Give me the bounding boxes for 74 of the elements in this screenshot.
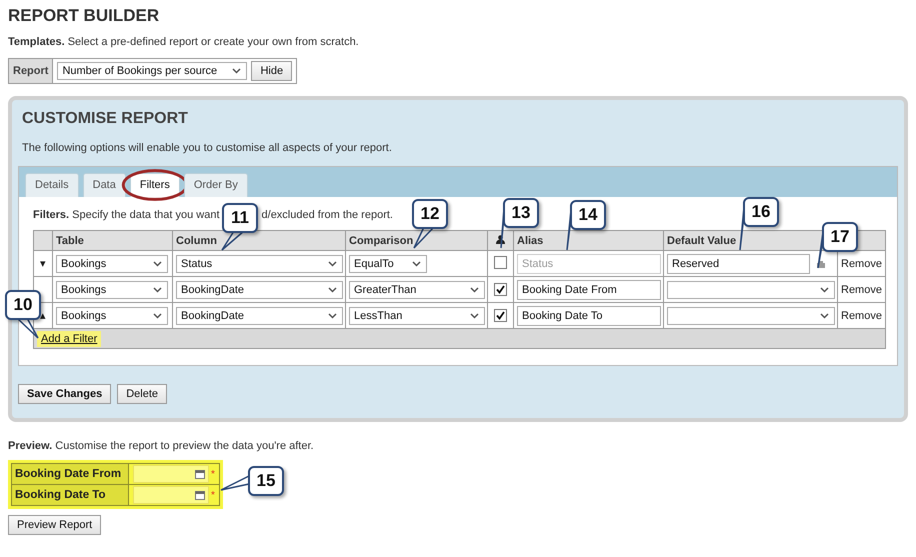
callout: 17 <box>822 222 858 252</box>
callout: 16 <box>743 197 779 227</box>
column-dropdown[interactable]: Status <box>176 254 343 272</box>
callout: 12 <box>412 199 448 229</box>
add-filter-link[interactable]: Add a Filter <box>37 330 102 346</box>
leader-line <box>221 230 245 251</box>
field-label: Booking Date To <box>12 485 129 505</box>
chevron-icon <box>328 286 337 292</box>
chevron-icon <box>470 286 479 292</box>
delete-button[interactable]: Delete <box>117 384 167 404</box>
report-dropdown[interactable]: Number of Bookings per source <box>57 62 248 80</box>
leader-line <box>220 475 250 491</box>
person-icon <box>496 234 505 244</box>
checkbox[interactable] <box>494 282 507 296</box>
calendar-icon[interactable] <box>195 470 205 478</box>
callout: 13 <box>503 198 539 228</box>
column-dropdown[interactable]: BookingDate <box>176 280 343 298</box>
chevron-icon <box>153 286 162 292</box>
chevron-icon <box>153 260 162 266</box>
chevron-icon <box>153 312 162 318</box>
page-title: REPORT BUILDER <box>8 6 160 26</box>
chevron-icon <box>820 312 829 318</box>
comparison-dropdown[interactable]: LessThan <box>349 306 485 324</box>
chevron-icon <box>232 68 242 74</box>
tab[interactable]: Details <box>25 173 79 197</box>
checkbox[interactable] <box>494 256 507 268</box>
chevron-icon <box>820 286 829 292</box>
comparison-dropdown[interactable]: GreaterThan <box>349 280 485 298</box>
tab[interactable]: Order By <box>184 173 248 197</box>
move-arrow[interactable]: ▾ <box>40 258 46 270</box>
callout: 10 <box>5 290 41 320</box>
alias-field[interactable]: Booking Date To <box>517 306 661 326</box>
alias-field[interactable]: Booking Date From <box>517 280 661 300</box>
table-dropdown[interactable]: Bookings <box>56 306 168 324</box>
date-field[interactable] <box>133 486 209 504</box>
preview-button[interactable]: Preview Report <box>8 515 102 535</box>
callout: 11 <box>222 203 258 233</box>
checkbox[interactable] <box>494 308 507 322</box>
column-header: Column <box>172 230 346 250</box>
leader-line <box>413 226 435 249</box>
chevron-icon <box>470 312 479 318</box>
alias-field[interactable]: Status <box>517 254 661 274</box>
required-marker: * <box>211 490 215 500</box>
preview-text: Preview. Customise the report to preview the data you're after. <box>8 440 315 452</box>
table-dropdown[interactable]: Bookings <box>56 280 168 298</box>
hide-button[interactable]: Hide <box>251 61 292 81</box>
filters-description: d/excluded from the report. <box>262 209 393 221</box>
column-header: Comparison <box>346 230 488 250</box>
calendar-icon[interactable] <box>195 490 205 500</box>
save-button[interactable]: Save Changes <box>18 384 112 404</box>
leader-line <box>16 317 39 339</box>
templates-text: Templates. Select a pre-defined report or create your own from scratch. <box>8 36 360 48</box>
table-dropdown[interactable]: Bookings <box>56 254 168 272</box>
default-value-field[interactable]: Reserved <box>667 254 810 274</box>
column-dropdown[interactable]: BookingDate <box>176 306 343 324</box>
column-header: Table <box>52 230 172 250</box>
date-field[interactable] <box>133 465 209 483</box>
chevron-icon <box>412 260 421 266</box>
move-arrow[interactable]: ▴ <box>40 310 46 322</box>
tab[interactable]: Filters <box>130 173 180 197</box>
lookup-icon[interactable] <box>816 260 826 268</box>
field-label: Booking Date From <box>12 464 129 484</box>
panel-title: CUSTOMISE REPORT <box>22 110 189 128</box>
callout: 14 <box>570 200 606 230</box>
filters-description: Filters. Specify the data that you want <box>33 209 220 221</box>
required-marker: * <box>211 468 215 480</box>
chevron-icon <box>328 260 337 266</box>
report-label: Report <box>9 59 54 83</box>
panel-description: The following options will enable you to customise all aspects of your report. <box>22 142 393 154</box>
tab[interactable]: Data <box>82 173 126 197</box>
comparison-dropdown[interactable]: EqualTo <box>349 254 427 272</box>
callout: 15 <box>248 466 284 496</box>
chevron-icon <box>328 312 337 318</box>
column-header: Alias <box>514 230 664 250</box>
